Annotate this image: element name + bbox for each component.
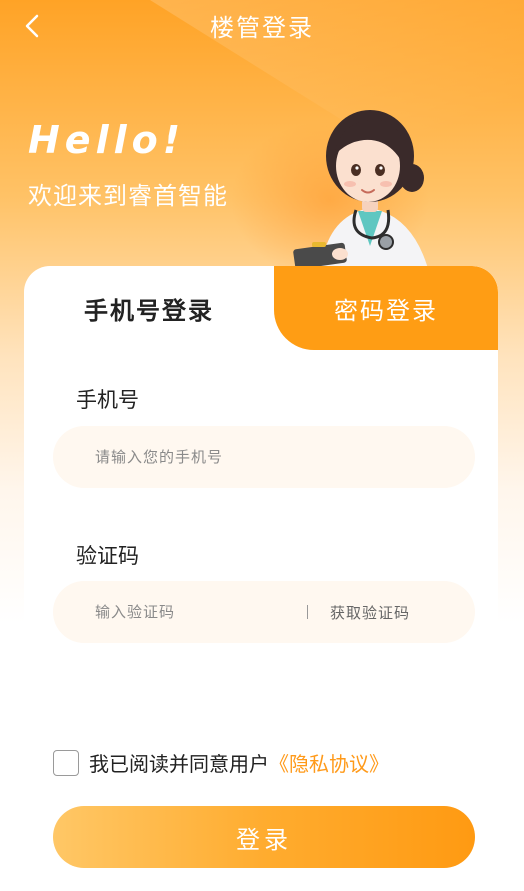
code-label: 验证码 [76, 544, 139, 568]
page-title: 楼管登录 [210, 14, 314, 42]
login-card: 密码登录 手机号登录 手机号 验证码 获取验证码 [24, 266, 498, 891]
hero-welcome: 欢迎来到睿首智能 [28, 182, 228, 210]
phone-label: 手机号 [76, 388, 139, 412]
hero-greeting: Hello! [28, 118, 186, 162]
code-divider [306, 605, 308, 619]
agreement-text: 我已阅读并同意用户 [89, 752, 269, 776]
login-button[interactable]: 登录 [53, 806, 475, 868]
code-field: 获取验证码 [53, 581, 475, 643]
phone-input[interactable] [95, 448, 475, 466]
doctor-illustration [293, 110, 430, 276]
tab-phone-login[interactable]: 手机号登录 [24, 266, 274, 350]
privacy-policy-link[interactable]: 《隐私协议》 [269, 748, 389, 777]
get-code-button[interactable]: 获取验证码 [330, 602, 410, 623]
agreement-row: 我已阅读并同意用户 《隐私协议》 [53, 748, 389, 777]
phone-field [53, 426, 475, 488]
code-input[interactable] [95, 603, 307, 621]
agreement-checkbox[interactable] [53, 749, 79, 776]
tab-password-login[interactable]: 密码登录 [274, 266, 498, 350]
